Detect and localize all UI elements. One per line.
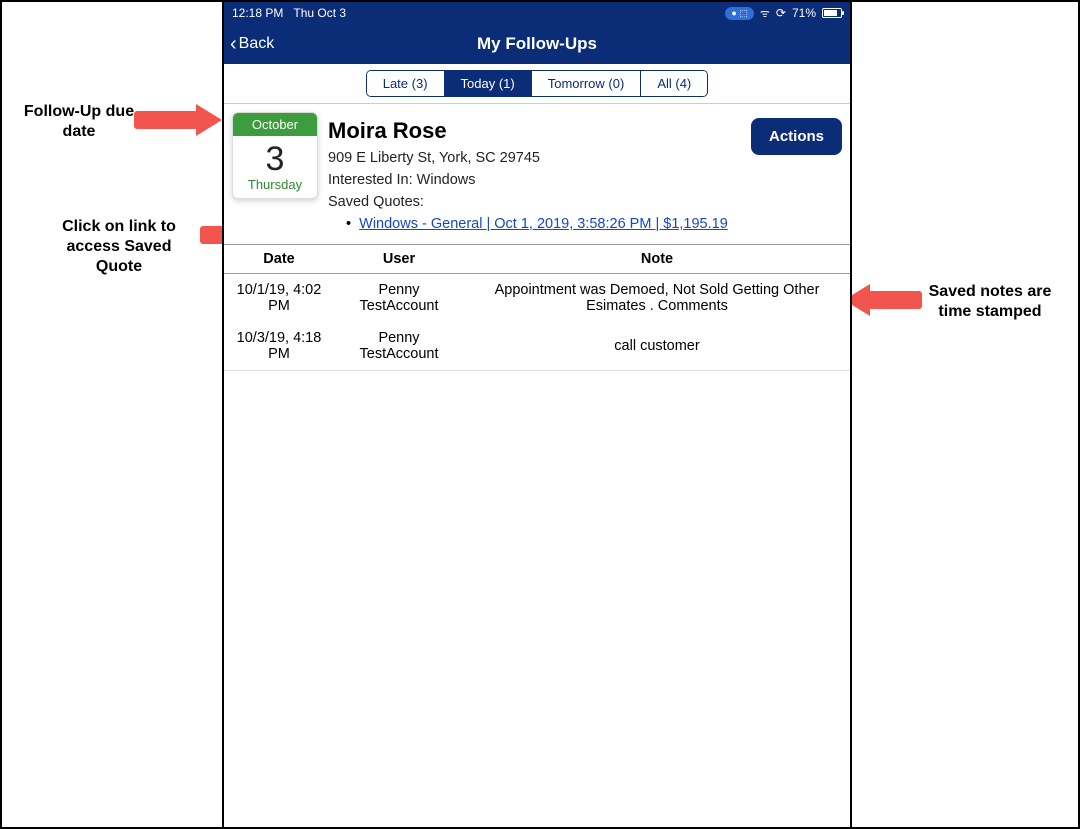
actions-button[interactable]: Actions: [751, 118, 842, 155]
note-date: 10/3/19, 4:18 PM: [224, 322, 334, 370]
col-note: Note: [464, 245, 850, 274]
tab-late[interactable]: Late (3): [367, 71, 445, 96]
lead-interested: Interested In: Windows: [328, 172, 741, 188]
segmented-control: Late (3) Today (1) Tomorrow (0) All (4): [224, 64, 850, 104]
back-button[interactable]: ‹ Back: [230, 34, 274, 54]
status-time: 12:18 PM: [232, 6, 283, 20]
wifi-icon: ᯤ: [760, 6, 770, 21]
annotation-quote-link: Click on link to access Saved Quote: [44, 217, 194, 277]
annotation-due-date: Follow-Up due date: [16, 102, 142, 142]
page-title: My Follow-Ups: [477, 34, 597, 54]
battery-text: 71%: [792, 6, 816, 20]
doc-frame: Follow-Up due date Click on link to acce…: [0, 0, 1080, 829]
device-ipad: 12:18 PM Thu Oct 3 ● ⬚ ᯤ ⟳ 71% ‹ Back My…: [222, 2, 852, 827]
lock-rotation-icon: ⟳: [776, 6, 786, 20]
col-user: User: [334, 245, 464, 274]
saved-quote-item: • Windows - General | Oct 1, 2019, 3:58:…: [346, 216, 741, 232]
back-label: Back: [239, 35, 275, 53]
lead-address: 909 E Liberty St, York, SC 29745: [328, 150, 741, 166]
screen-record-icon: ● ⬚: [725, 7, 753, 20]
note-date: 10/1/19, 4:02 PM: [224, 274, 334, 323]
notes-table: Date User Note 10/1/19, 4:02 PM Penny Te…: [224, 244, 850, 370]
annotation-notes-stamp: Saved notes are time stamped: [910, 282, 1070, 322]
status-date: Thu Oct 3: [293, 6, 346, 20]
lead-card: October 3 Thursday Moira Rose 909 E Libe…: [224, 104, 850, 240]
saved-quote-link[interactable]: Windows - General | Oct 1, 2019, 3:58:26…: [359, 216, 728, 232]
due-day-number: 3: [233, 136, 317, 176]
table-row: 10/1/19, 4:02 PM Penny TestAccount Appoi…: [224, 274, 850, 323]
note-user: Penny TestAccount: [334, 322, 464, 370]
tab-all[interactable]: All (4): [641, 71, 707, 96]
table-row: 10/3/19, 4:18 PM Penny TestAccount call …: [224, 322, 850, 370]
lead-name: Moira Rose: [328, 118, 741, 144]
nav-bar: ‹ Back My Follow-Ups: [224, 24, 850, 64]
notes-section: Date User Note 10/1/19, 4:02 PM Penny Te…: [224, 240, 850, 371]
due-month: October: [233, 113, 317, 136]
tab-today[interactable]: Today (1): [445, 71, 532, 96]
due-day-name: Thursday: [233, 176, 317, 198]
saved-quotes-label: Saved Quotes:: [328, 194, 741, 210]
chevron-left-icon: ‹: [230, 34, 237, 54]
note-user: Penny TestAccount: [334, 274, 464, 323]
note-text: call customer: [464, 322, 850, 370]
col-date: Date: [224, 245, 334, 274]
battery-icon: [822, 8, 842, 18]
tab-tomorrow[interactable]: Tomorrow (0): [532, 71, 642, 96]
status-bar: 12:18 PM Thu Oct 3 ● ⬚ ᯤ ⟳ 71%: [224, 2, 850, 24]
due-date-tile: October 3 Thursday: [232, 112, 318, 199]
note-text: Appointment was Demoed, Not Sold Getting…: [464, 274, 850, 323]
